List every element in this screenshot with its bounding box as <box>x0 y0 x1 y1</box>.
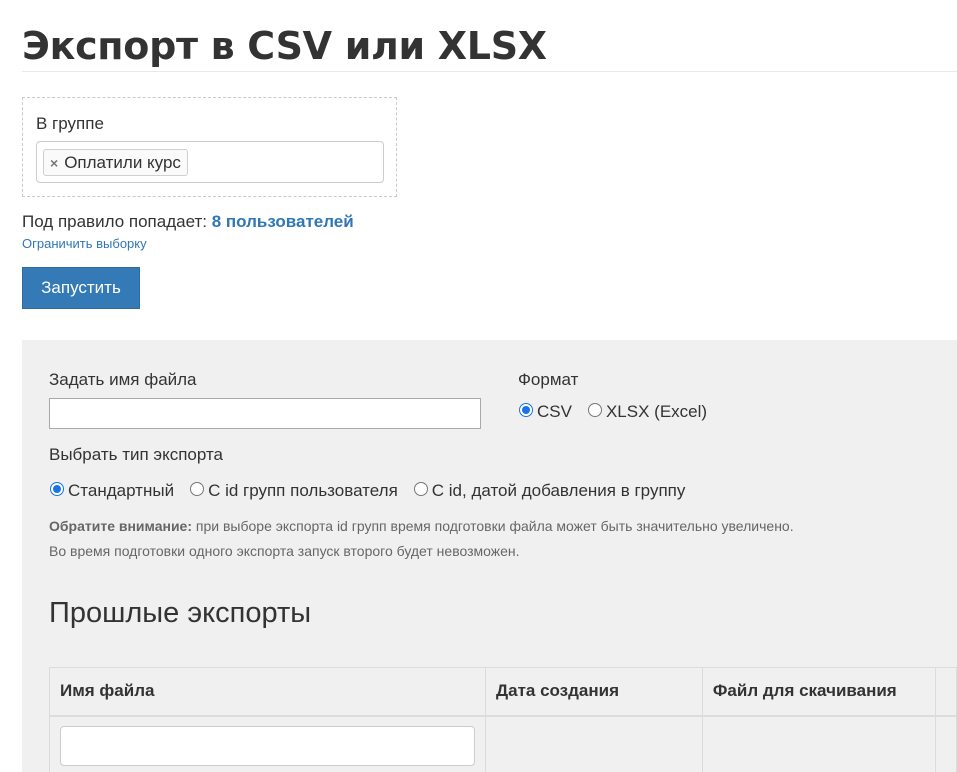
page-title: Экспорт в CSV или XLSX <box>22 24 547 68</box>
column-header-filename[interactable]: Имя файла <box>49 667 486 717</box>
table-filter-row <box>49 715 957 772</box>
column-header-download[interactable]: Файл для скачивания <box>701 667 936 717</box>
radio-unchecked-icon[interactable] <box>587 403 602 417</box>
group-tag-input[interactable]: × Оплатили курс <box>36 141 384 183</box>
export-type-radio-group: Стандартный С id групп пользователя С id… <box>50 481 699 501</box>
radio-checked-icon[interactable] <box>50 482 64 496</box>
radio-unchecked-icon[interactable] <box>413 482 428 496</box>
rule-summary-prefix: Под правило попадает: <box>22 212 212 231</box>
tag-remove-icon[interactable]: × <box>50 155 58 171</box>
note-bold: Обратите внимание: <box>49 518 193 534</box>
past-exports-title: Прошлые экспорты <box>49 597 312 629</box>
format-option-xlsx[interactable]: XLSX (Excel) <box>587 402 708 422</box>
export-note: Обратите внимание: при выборе экспорта i… <box>49 514 929 564</box>
radio-unchecked-icon[interactable] <box>190 482 205 496</box>
export-type-with-group-ids[interactable]: С id групп пользователя <box>190 481 398 501</box>
format-radio-group: CSV XLSX (Excel) <box>519 402 721 422</box>
filename-label: Задать имя файла <box>49 370 197 389</box>
column-header-extra <box>934 667 957 717</box>
column-header-created[interactable]: Дата создания <box>485 667 703 717</box>
run-button[interactable]: Запустить <box>22 267 140 309</box>
filename-filter-cell <box>49 715 486 772</box>
rule-summary: Под правило попадает: 8 пользователей <box>22 212 354 232</box>
group-tag-label: Оплатили курс <box>64 152 181 172</box>
table-cell <box>701 715 936 772</box>
export-type-standard[interactable]: Стандартный <box>50 481 174 501</box>
matched-users-count[interactable]: 8 пользователей <box>212 212 354 231</box>
export-type-option-label: Стандартный <box>68 481 175 500</box>
filename-input[interactable] <box>49 398 481 429</box>
format-label: Формат <box>518 370 579 389</box>
format-option-label: XLSX (Excel) <box>605 402 708 421</box>
note-text: при выборе экспорта id групп время подго… <box>192 518 794 534</box>
title-divider <box>22 71 957 72</box>
past-exports-table: Имя файла Дата создания Файл для скачива… <box>49 667 957 772</box>
table-cell <box>485 715 703 772</box>
group-tag: × Оплатили курс <box>43 149 188 176</box>
format-option-label: CSV <box>537 402 572 421</box>
table-cell <box>934 715 957 772</box>
export-type-with-ids-and-dates[interactable]: С id, датой добавления в группу <box>413 481 686 501</box>
export-type-option-label: С id, датой добавления в группу <box>431 481 686 500</box>
filter-box: В группе × Оплатили курс <box>22 97 397 197</box>
note-text-second: Во время подготовки одного экспорта запу… <box>49 543 520 559</box>
filename-filter-input[interactable] <box>60 725 475 766</box>
export-settings-panel: Задать имя файла Формат CSV XLSX (Excel)… <box>22 340 957 772</box>
table-header-row: Имя файла Дата создания Файл для скачива… <box>49 667 957 717</box>
limit-selection-link[interactable]: Ограничить выборку <box>22 236 147 251</box>
export-type-option-label: С id групп пользователя <box>208 481 398 500</box>
group-filter-label: В группе <box>36 114 104 133</box>
export-type-label: Выбрать тип экспорта <box>49 445 224 464</box>
radio-checked-icon[interactable] <box>519 403 533 417</box>
format-option-csv[interactable]: CSV <box>519 402 572 422</box>
